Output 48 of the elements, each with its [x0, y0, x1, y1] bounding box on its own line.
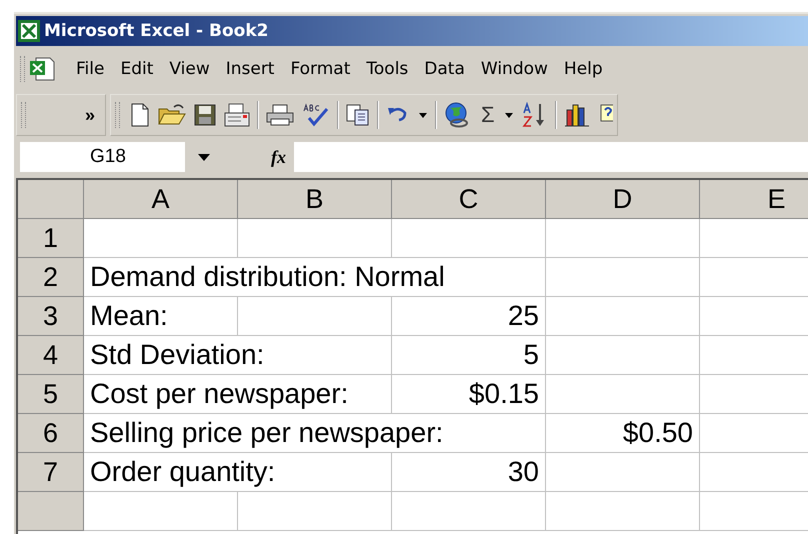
- paste-icon[interactable]: [345, 103, 371, 127]
- new-document-icon[interactable]: [129, 103, 151, 127]
- row-header[interactable]: 6: [18, 414, 84, 453]
- table-cell: 25: [392, 297, 546, 336]
- menu-item[interactable]: Format: [282, 59, 358, 79]
- name-box[interactable]: G18: [20, 142, 185, 172]
- table-cell: 30: [392, 453, 546, 492]
- row-header[interactable]: 7: [18, 453, 84, 492]
- menu-item[interactable]: Help: [556, 59, 611, 79]
- table-cell: $0.15: [392, 375, 546, 414]
- column-header[interactable]: B: [238, 180, 392, 219]
- menu-item[interactable]: File: [68, 59, 112, 79]
- menu-item[interactable]: View: [161, 59, 218, 79]
- spelling-check-icon[interactable]: [301, 103, 331, 127]
- open-folder-icon[interactable]: [157, 103, 187, 127]
- workbook-icon[interactable]: [28, 56, 56, 82]
- dropdown-arrow-icon[interactable]: [197, 152, 211, 162]
- table-cell: Demand distribution: Normal: [84, 258, 546, 297]
- autosum-button[interactable]: Σ: [479, 102, 497, 128]
- table-cell: Mean:: [84, 297, 238, 336]
- table-cell: $0.50: [546, 414, 700, 453]
- save-icon[interactable]: [193, 103, 217, 127]
- row-header[interactable]: 3: [18, 297, 84, 336]
- row-header[interactable]: 4: [18, 336, 84, 375]
- table-cell: Selling price per newspaper:: [84, 414, 546, 453]
- window-title: Microsoft Excel - Book2: [44, 21, 268, 41]
- menu-item[interactable]: Tools: [358, 59, 416, 79]
- row-header[interactable]: 1: [18, 219, 84, 258]
- column-header[interactable]: E: [700, 180, 808, 219]
- column-header[interactable]: C: [392, 180, 546, 219]
- menu-item[interactable]: Edit: [112, 59, 162, 79]
- table-cell: Order quantity:: [84, 453, 392, 492]
- spreadsheet-icon: [18, 20, 40, 42]
- toolbar-overflow-button[interactable]: »: [78, 104, 101, 126]
- menu-item[interactable]: Insert: [218, 59, 282, 79]
- insert-function-button[interactable]: fx: [271, 146, 286, 168]
- table-cell: 5: [392, 336, 546, 375]
- menu-item[interactable]: Window: [472, 59, 556, 79]
- printer-icon[interactable]: [265, 103, 295, 127]
- formula-field[interactable]: [294, 142, 808, 172]
- menu-item[interactable]: Data: [416, 59, 473, 79]
- mail-document-icon[interactable]: [223, 103, 251, 127]
- row-header[interactable]: 2: [18, 258, 84, 297]
- table-cell: Std Deviation:: [84, 336, 392, 375]
- column-header[interactable]: D: [546, 180, 700, 219]
- row-header[interactable]: 5: [18, 375, 84, 414]
- table-cell: Cost per newspaper:: [84, 375, 392, 414]
- column-header[interactable]: A: [84, 180, 238, 219]
